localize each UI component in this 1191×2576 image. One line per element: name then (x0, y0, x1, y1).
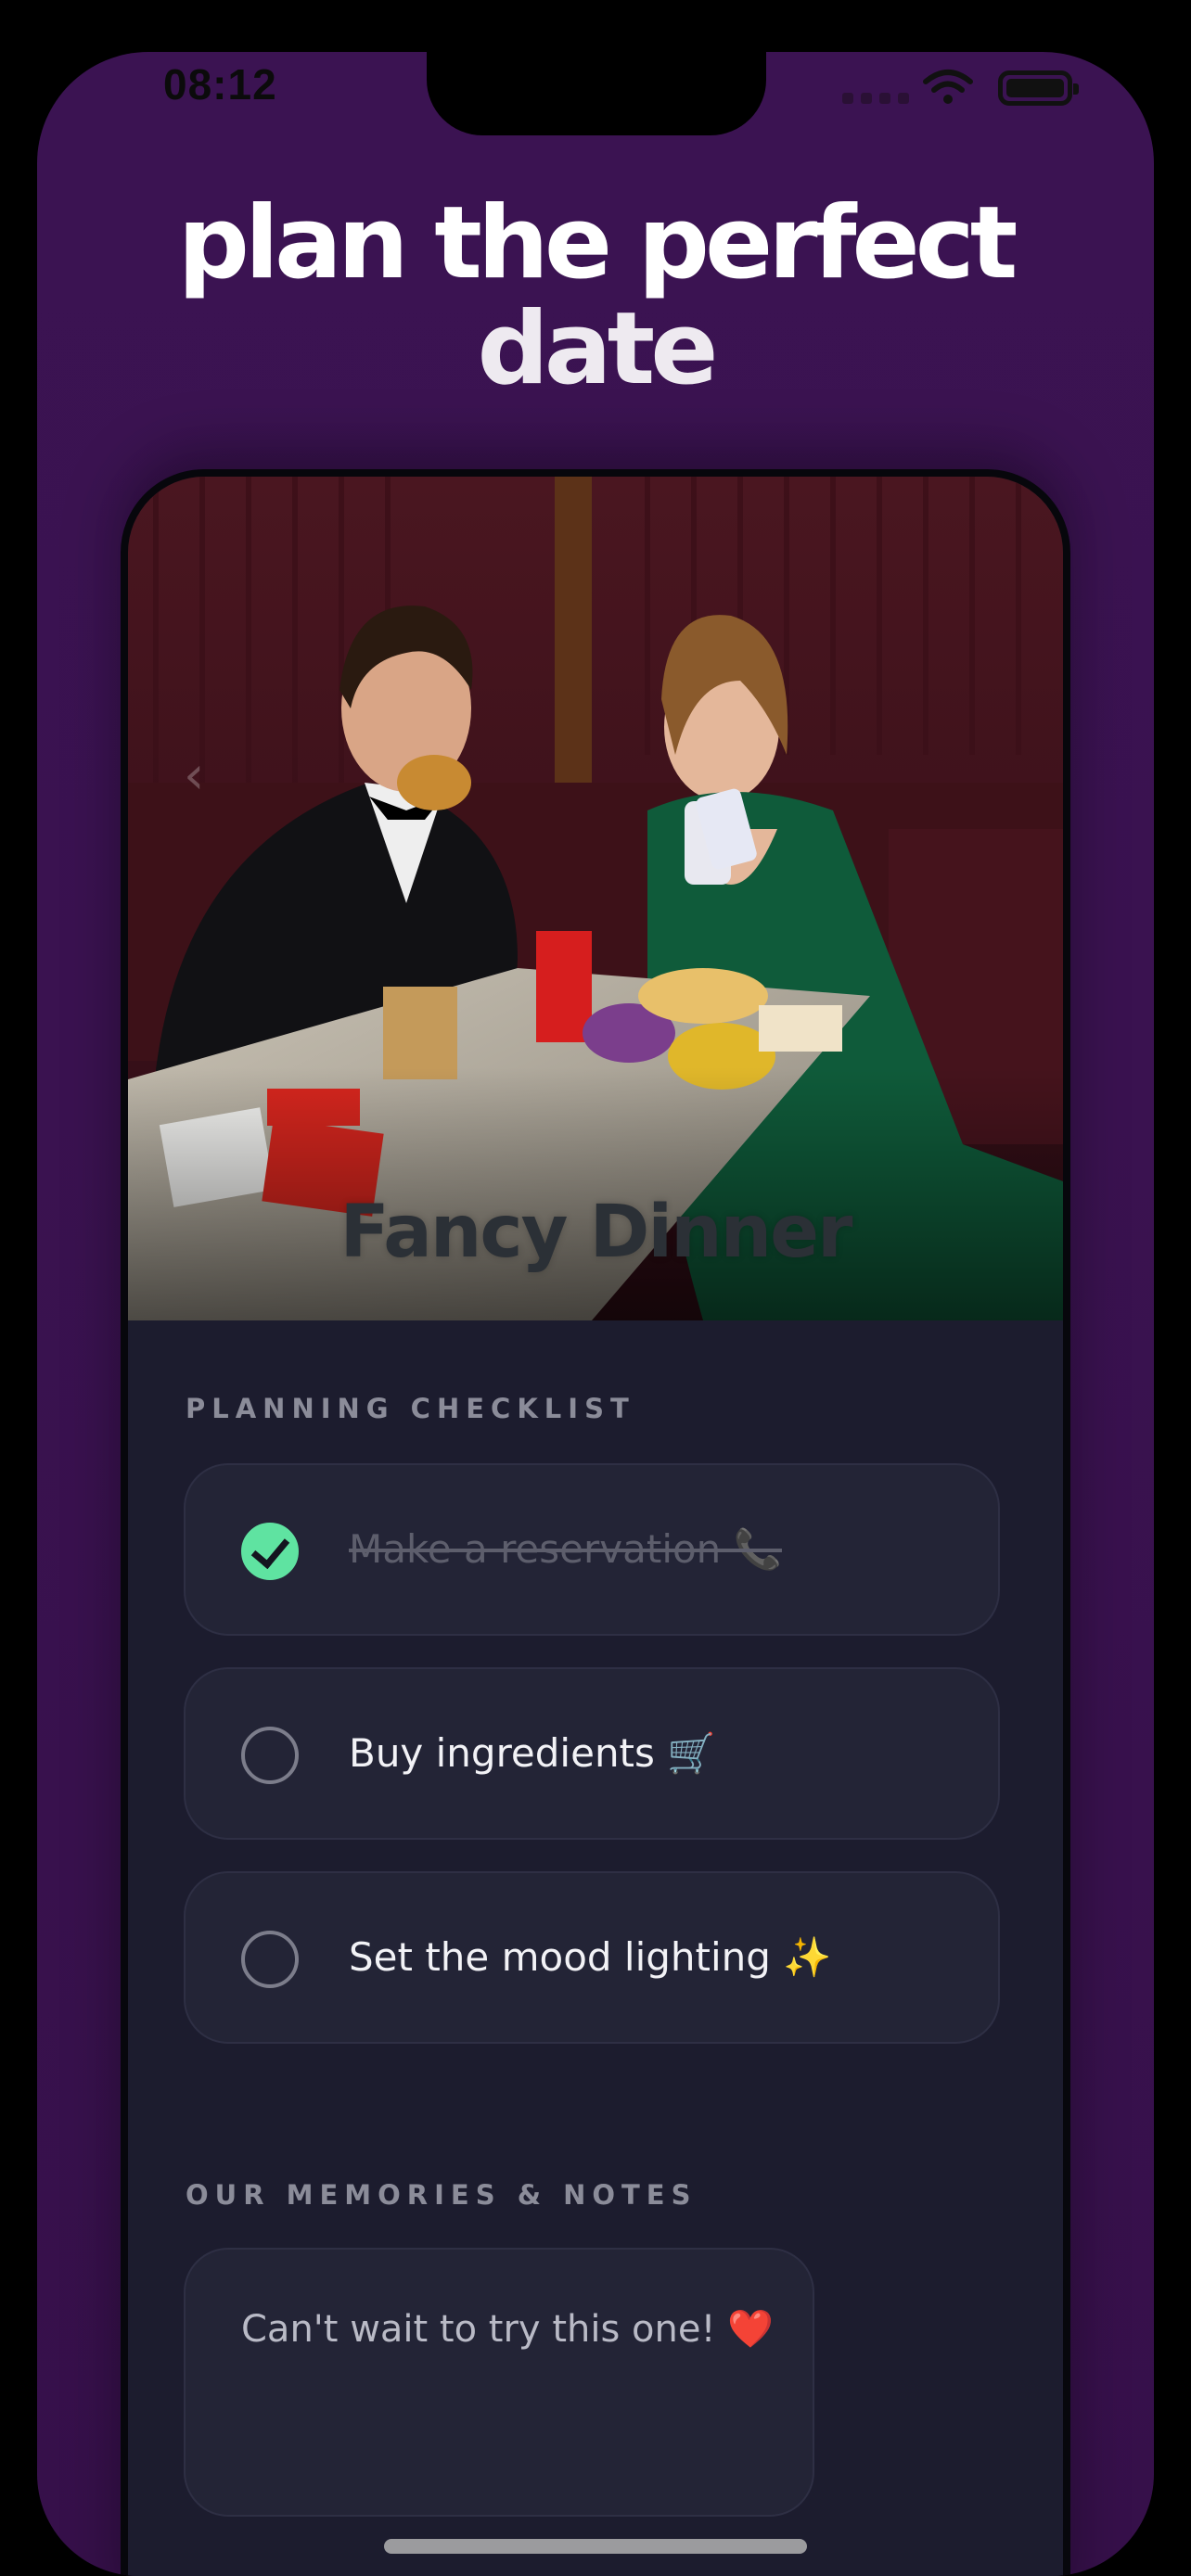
headline-line-1: plan the perfect (177, 185, 1018, 301)
checkbox-empty-icon[interactable] (241, 1931, 299, 1988)
checkbox-empty-icon[interactable] (241, 1727, 299, 1784)
checklist-item-text: Buy ingredients 🛒 (349, 1730, 716, 1776)
battery-icon (998, 70, 1079, 106)
headline-line-2: date (477, 291, 718, 407)
signal-icon (842, 93, 909, 104)
checkmark-icon[interactable] (241, 1523, 299, 1580)
checklist-item-text: Make a reservation 📞 (349, 1526, 782, 1572)
hero-image: ‹ Fancy Dinner (128, 477, 1063, 1320)
checklist-section-label: PLANNING CHECKLIST (186, 1393, 635, 1424)
phone-preview: ‹ Fancy Dinner PLANNING CHECKLIST Make a… (121, 469, 1070, 2576)
content-panel: PLANNING CHECKLIST Make a reservation 📞 … (128, 1320, 1063, 2576)
home-indicator[interactable] (384, 2539, 807, 2554)
device-notch (427, 52, 766, 135)
status-time: 08:12 (163, 60, 277, 108)
memories-section-label: OUR MEMORIES & NOTES (186, 2179, 698, 2211)
checklist-item[interactable]: Set the mood lighting ✨ (184, 1871, 1000, 2044)
wifi-icon (923, 70, 973, 104)
memory-note-text: Can't wait to try this one! ❤️ (241, 2308, 775, 2351)
status-bar: 08:12 (37, 52, 1154, 135)
page-headline: plan the perfect date (37, 191, 1154, 402)
memory-note-card[interactable]: Can't wait to try this one! ❤️ (184, 2248, 814, 2517)
app-frame: 08:12 plan the perfect date ‹ Fancy Dinn… (37, 52, 1154, 2576)
checklist-item-text: Set the mood lighting ✨ (349, 1934, 832, 1980)
date-title: Fancy Dinner (339, 1191, 852, 1274)
back-arrow-icon[interactable]: ‹ (184, 746, 204, 806)
checklist-item[interactable]: Make a reservation 📞 (184, 1463, 1000, 1636)
checklist-item[interactable]: Buy ingredients 🛒 (184, 1667, 1000, 1840)
